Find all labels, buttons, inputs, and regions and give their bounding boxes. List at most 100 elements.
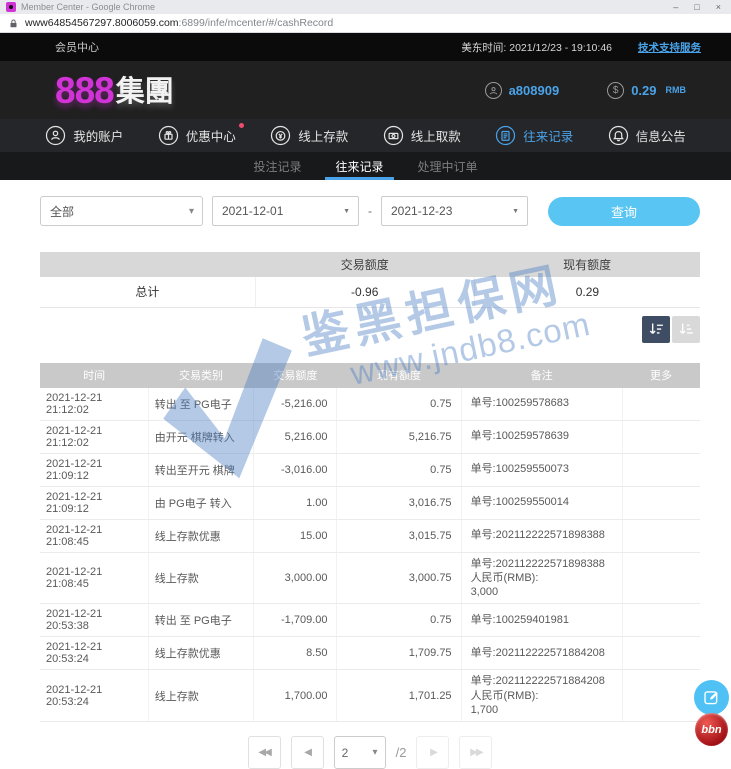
browser-titlebar: Member Center - Google Chrome – □ ×: [0, 0, 731, 14]
sort-controls: [40, 316, 700, 343]
cell-balance: 1,709.75: [337, 637, 461, 670]
page-total: /2: [396, 745, 407, 760]
cell-amount: 15.00: [254, 519, 337, 552]
date-to-select[interactable]: 2021-12-23 ▼: [381, 196, 528, 226]
nav-item-promotions[interactable]: 优惠中心: [158, 125, 236, 146]
sub-nav: 投注记录 往来记录 处理中订单: [0, 152, 731, 180]
balance-amount: 0.29: [631, 83, 656, 98]
select-arrow-icon: ▼: [512, 208, 519, 215]
site-header: 888 集團 a808909 $ 0.29 RMB: [0, 61, 731, 119]
cell-time: 2021-12-21 21:12:02: [40, 420, 148, 453]
sort-ascending-button[interactable]: [672, 316, 700, 343]
cell-remark: 单号:100259550014: [461, 486, 622, 519]
deposit-icon: [270, 125, 291, 146]
edit-note-icon: [702, 688, 721, 707]
account-username[interactable]: a808909: [485, 82, 560, 99]
cell-type: 转出 至 PG电子: [148, 388, 254, 421]
cell-balance: 0.75: [337, 388, 461, 421]
subnav-cash-records[interactable]: 往来记录: [335, 152, 383, 180]
url-text[interactable]: www64854567297.8006059.com:6899/infe/mce…: [25, 17, 333, 29]
page-title: 会员中心: [55, 39, 461, 55]
cell-time: 2021-12-21 21:08:45: [40, 552, 148, 604]
next-page-button[interactable]: ▶: [416, 736, 449, 769]
summary-balance-total: 0.29: [474, 277, 700, 307]
close-icon[interactable]: ×: [716, 0, 721, 14]
cell-more: [622, 420, 700, 453]
type-select[interactable]: 全部 ▾: [40, 196, 203, 226]
subnav-bet-records[interactable]: 投注记录: [253, 152, 301, 180]
cell-type: 由开元 棋牌转入: [148, 420, 254, 453]
summary-header-empty: [40, 252, 255, 277]
sort-ascending-icon: [678, 321, 695, 338]
browser-urlbar[interactable]: www64854567297.8006059.com:6899/infe/mce…: [0, 14, 731, 33]
support-link[interactable]: 技术支持服务: [638, 40, 701, 55]
nav-item-my-account[interactable]: 我的账户: [45, 125, 123, 146]
sort-descending-button[interactable]: [642, 316, 670, 343]
cell-amount: 1,700.00: [254, 670, 337, 722]
logo-number: 888: [55, 72, 114, 109]
minimize-icon[interactable]: –: [673, 0, 678, 14]
search-button[interactable]: 查询: [548, 197, 700, 226]
cell-balance: 5,216.75: [337, 420, 461, 453]
cell-time: 2021-12-21 21:12:02: [40, 388, 148, 421]
nav-label: 信息公告: [636, 126, 686, 145]
summary-header-balance: 现有额度: [474, 252, 700, 277]
prev-page-button[interactable]: ◀: [291, 736, 324, 769]
brand-logo[interactable]: 888 集團: [55, 72, 485, 109]
cell-time: 2021-12-21 21:09:12: [40, 486, 148, 519]
nav-item-announcements[interactable]: 信息公告: [608, 125, 686, 146]
cell-more: [622, 519, 700, 552]
records-table: 时间 交易类别 交易额度 现有额度 备注 更多 2021-12-21 21:12…: [40, 363, 700, 723]
first-page-button[interactable]: ◀◀: [248, 736, 281, 769]
cell-type: 线上存款: [148, 670, 254, 722]
record-row: 2021-12-21 21:09:12由 PG电子 转入1.003,016.75…: [40, 486, 700, 519]
cell-balance: 3,000.75: [337, 552, 461, 604]
page-select[interactable]: 2 ▾: [334, 736, 386, 769]
date-from-select[interactable]: 2021-12-01 ▼: [212, 196, 359, 226]
cell-type: 由 PG电子 转入: [148, 486, 254, 519]
cell-type: 线上存款优惠: [148, 519, 254, 552]
header-type: 交易类别: [148, 363, 254, 388]
cell-remark: 单号:202112222571898388: [461, 519, 622, 552]
record-row: 2021-12-21 21:08:45线上存款3,000.003,000.75单…: [40, 552, 700, 604]
cell-more: [622, 388, 700, 421]
nav-label: 优惠中心: [186, 126, 236, 145]
subnav-pending-orders[interactable]: 处理中订单: [418, 152, 478, 180]
cell-time: 2021-12-21 20:53:24: [40, 637, 148, 670]
chevron-down-icon: ▾: [373, 747, 378, 758]
cell-balance: 0.75: [337, 453, 461, 486]
nav-item-deposit[interactable]: 线上存款: [270, 125, 348, 146]
cell-balance: 3,016.75: [337, 486, 461, 519]
cell-more: [622, 552, 700, 604]
nav-label: 线上取款: [411, 126, 461, 145]
site-favicon: [6, 2, 16, 12]
records-header-row: 时间 交易类别 交易额度 现有额度 备注 更多: [40, 363, 700, 388]
cell-more: [622, 486, 700, 519]
record-row: 2021-12-21 21:09:12转出至开元 棋牌-3,016.000.75…: [40, 453, 700, 486]
nav-item-cash-record[interactable]: 往来记录: [495, 125, 573, 146]
last-page-button[interactable]: ▶▶: [459, 736, 492, 769]
cell-more: [622, 453, 700, 486]
type-select-value: 全部: [50, 203, 74, 220]
account-balance[interactable]: $ 0.29 RMB: [607, 82, 686, 99]
account-icon: [45, 125, 66, 146]
nav-item-withdraw[interactable]: 线上取款: [383, 125, 461, 146]
header-time: 时间: [40, 363, 148, 388]
user-icon: [485, 82, 502, 99]
window-title: Member Center - Google Chrome: [21, 2, 673, 12]
gift-icon: [158, 125, 179, 146]
cell-remark: 单号:100259578639: [461, 420, 622, 453]
chevron-down-icon: ▾: [189, 206, 194, 217]
maximize-icon[interactable]: □: [694, 0, 699, 14]
date-separator: -: [368, 204, 372, 218]
header-more: 更多: [622, 363, 700, 388]
cell-time: 2021-12-21 21:08:45: [40, 519, 148, 552]
username: a808909: [509, 83, 560, 98]
current-page: 2: [342, 746, 349, 760]
cell-type: 线上存款优惠: [148, 637, 254, 670]
cell-amount: -5,216.00: [254, 388, 337, 421]
member-topbar: 会员中心 美东时间: 2021/12/23 - 19:10:46 技术支持服务: [0, 33, 731, 61]
select-arrow-icon: ▼: [343, 208, 350, 215]
bbn-button[interactable]: bbn: [695, 713, 728, 746]
customer-service-button[interactable]: [694, 680, 729, 715]
